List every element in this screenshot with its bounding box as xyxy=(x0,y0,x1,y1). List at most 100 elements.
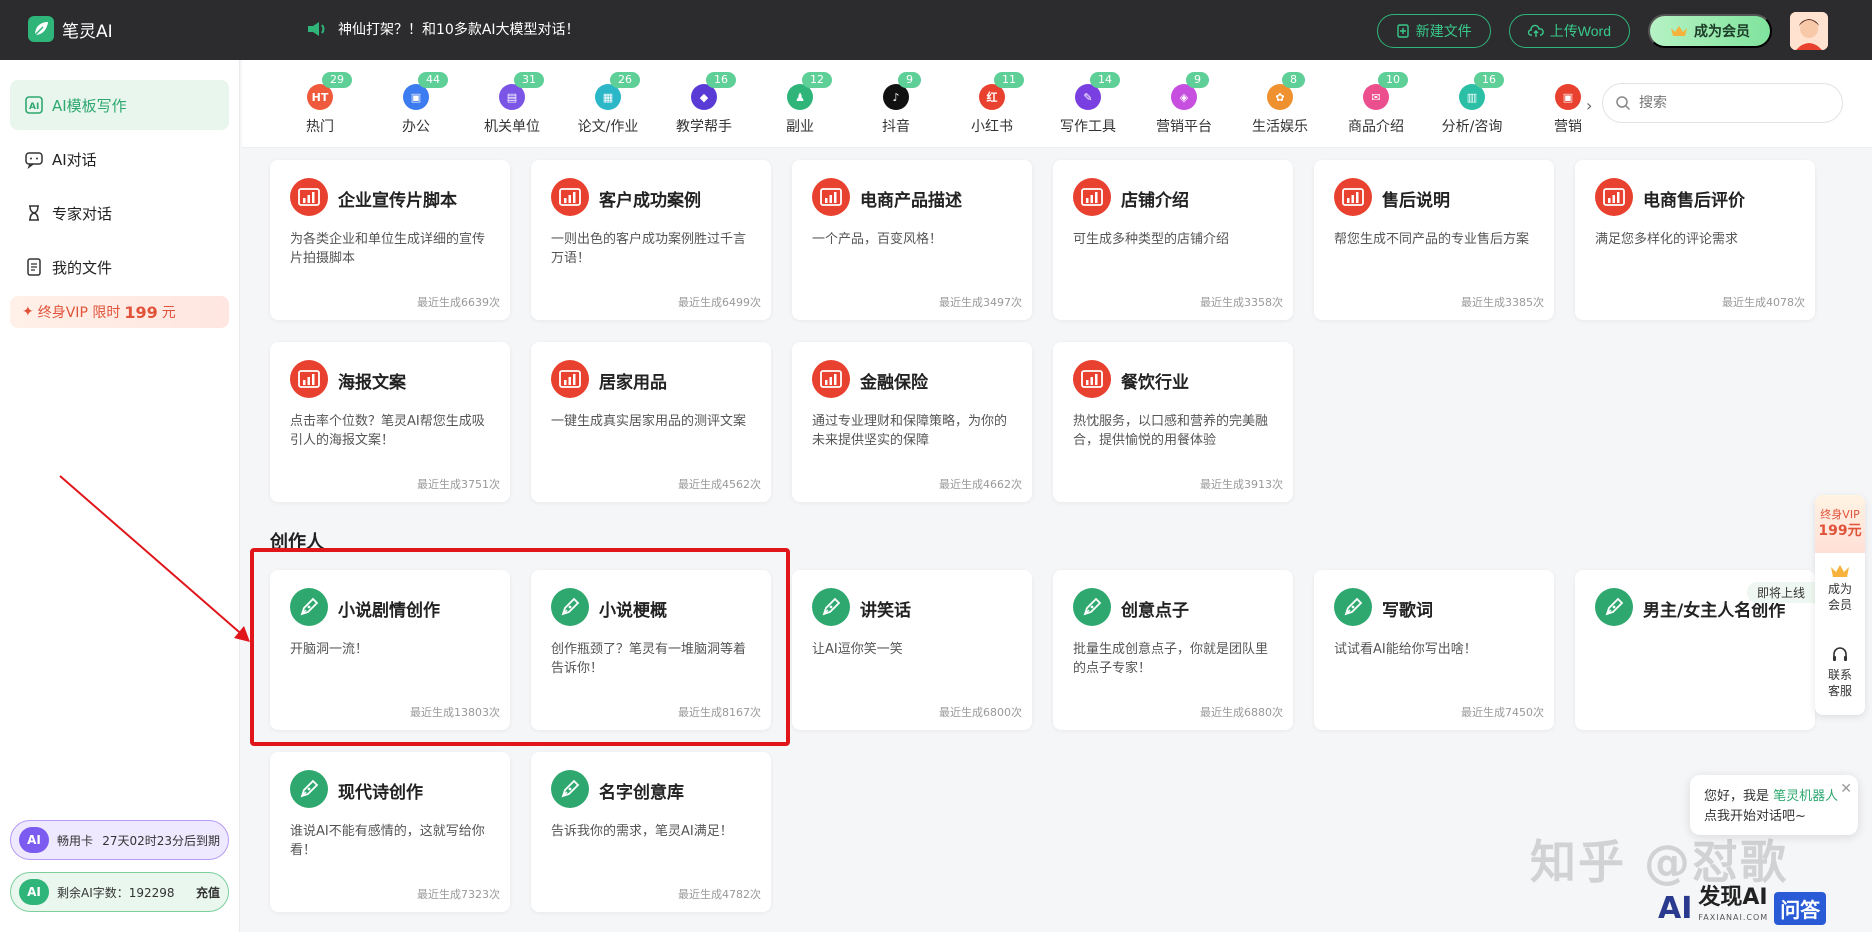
card-title: 创意点子 xyxy=(1121,601,1189,621)
tab-count-badge: 10 xyxy=(1378,72,1408,88)
tab-count-badge: 12 xyxy=(802,72,832,88)
card-usage-count: 最近生成7323次 xyxy=(417,888,500,901)
tab-8[interactable]: 14 ✎ 写作工具 xyxy=(1040,72,1136,142)
tab-label: 机关单位 xyxy=(484,119,540,135)
tab-10[interactable]: 8 ✿ 生活娱乐 xyxy=(1232,72,1328,142)
template-card[interactable]: 售后说明 帮您生成不同产品的专业售后方案 最近生成3385次 xyxy=(1314,160,1554,320)
search-box[interactable] xyxy=(1602,83,1843,123)
card-description: 批量生成创意点子，你就是团队里的点子专家！ xyxy=(1073,642,1269,676)
tab-count-badge: 26 xyxy=(610,72,640,88)
tab-12[interactable]: 16 ▥ 分析/咨询 xyxy=(1424,72,1520,142)
chart-icon xyxy=(551,360,589,398)
top-bar: 笔灵AI 神仙打架？！和10多款AI大模型对话！ 新建文件 上传Word 成为会… xyxy=(0,0,1872,60)
pen-icon xyxy=(1073,588,1111,626)
chart-icon xyxy=(1073,360,1111,398)
announcement-bar[interactable]: 神仙打架？！和10多款AI大模型对话！ xyxy=(306,19,580,39)
upload-word-button[interactable]: 上传Word xyxy=(1508,14,1630,48)
template-card[interactable]: 小说剧情创作 开脑洞一流！ 最近生成13803次 xyxy=(270,570,510,730)
tab-0[interactable]: 29 HT 热门 xyxy=(272,72,368,142)
tab-1[interactable]: 44 ▣ 办公 xyxy=(368,72,464,142)
card-description: 通过专业理财和保障策略，为你的未来提供坚实的保障 xyxy=(812,414,1008,448)
user-avatar[interactable] xyxy=(1790,12,1828,50)
tab-2[interactable]: 31 ▤ 机关单位 xyxy=(464,72,560,142)
card-description: 试试看AI能给你写出啥！ xyxy=(1334,642,1477,657)
chart-icon xyxy=(812,360,850,398)
template-card[interactable]: 电商产品描述 一个产品，百变风格！ 最近生成3497次 xyxy=(792,160,1032,320)
template-card[interactable]: 小说梗概 创作瓶颈了？笔灵有一堆脑洞等着告诉你！ 最近生成8167次 xyxy=(531,570,771,730)
template-card[interactable]: 客户成功案例 一则出色的客户成功案例胜过千言万语！ 最近生成6499次 xyxy=(531,160,771,320)
card-title: 金融保险 xyxy=(860,373,928,393)
template-card[interactable]: 金融保险通过专业理财和保障策略，为你的未来提供坚实的保障最近生成4662次 xyxy=(792,342,1032,502)
tab-label: 写作工具 xyxy=(1060,119,1116,135)
pen-icon xyxy=(551,588,589,626)
card-usage-count: 最近生成7450次 xyxy=(1461,706,1544,719)
template-card[interactable]: 海报文案 点击率个位数？笔灵AI帮您生成吸引人的海报文案！ 最近生成3751次 xyxy=(270,342,510,502)
card-title: 小说剧情创作 xyxy=(338,601,440,621)
float-service-button[interactable]: 联系客服 xyxy=(1815,645,1865,699)
tab-count-badge: 9 xyxy=(898,72,921,88)
app-logo[interactable]: 笔灵AI xyxy=(28,16,113,42)
card-usage-count: 最近生成3385次 xyxy=(1461,296,1544,309)
crown-icon xyxy=(1831,565,1849,577)
new-file-button[interactable]: 新建文件 xyxy=(1376,14,1491,48)
template-card[interactable]: 男主/女主人名创作 即将上线 xyxy=(1575,570,1815,730)
tab-count-badge: 31 xyxy=(514,72,544,88)
close-icon[interactable]: ✕ xyxy=(1840,779,1852,799)
template-card[interactable]: 店铺介绍 可生成多种类型的店铺介绍 最近生成3358次 xyxy=(1053,160,1293,320)
sidebar-item-ai-chat[interactable]: AI对话 xyxy=(10,134,229,184)
template-card[interactable]: 居家用品 一键生成真实居家用品的测评文案 最近生成4562次 xyxy=(531,342,771,502)
pass-card-pill[interactable]: AI 畅用卡 27天02时23分后到期 xyxy=(10,820,229,860)
tab-count-badge: 44 xyxy=(418,72,448,88)
sidebar-item-my-files[interactable]: 我的文件 xyxy=(10,242,229,292)
tab-label: 抖音 xyxy=(882,119,910,135)
remaining-words-pill: AI 剩余AI字数：192298 充值 xyxy=(10,872,229,912)
template-card[interactable]: 名字创意库 告诉我你的需求，笔灵AI满足！ 最近生成4782次 xyxy=(531,752,771,912)
brand-watermark: AI 发现AI FAXIANAI.COM 问答 xyxy=(1658,887,1827,926)
card-usage-count: 最近生成3913次 xyxy=(1200,478,1283,491)
template-card[interactable]: 企业宣传片脚本 为各类企业和单位生成详细的宣传片拍摄脚本 最近生成6639次 xyxy=(270,160,510,320)
become-member-button[interactable]: 成为会员 xyxy=(1648,14,1772,48)
template-card[interactable]: 现代诗创作 谁说AI不能有感情的，这就写给你看！ 最近生成7323次 xyxy=(270,752,510,912)
float-vip-button[interactable]: 终身VIP 199元 xyxy=(1815,495,1865,553)
template-card[interactable]: 讲笑话 让AI逗你笑一笑 最近生成6800次 xyxy=(792,570,1032,730)
tab-13[interactable]: ▣ 营销 xyxy=(1520,82,1616,142)
card-description: 满足您多样化的评论需求 xyxy=(1595,232,1739,247)
lifetime-vip-banner[interactable]: ✦ 终身VIP 限时 199 元 xyxy=(10,296,229,328)
sidebar-item-ai-template[interactable]: AI AI模板写作 xyxy=(10,80,229,130)
card-title: 企业宣传片脚本 xyxy=(338,191,457,211)
card-usage-count: 最近生成3358次 xyxy=(1200,296,1283,309)
card-usage-count: 最近生成6880次 xyxy=(1200,706,1283,719)
card-title: 小说梗概 xyxy=(599,601,667,621)
template-card[interactable]: 餐饮行业 热忱服务，以口感和营养的完美融合，提供愉悦的用餐体验 最近生成3913次 xyxy=(1053,342,1293,502)
chart-icon xyxy=(1073,178,1111,216)
card-usage-count: 最近生成4662次 xyxy=(939,478,1022,491)
search-input[interactable] xyxy=(1639,95,1819,111)
template-card[interactable]: 创意点子批量生成创意点子，你就是团队里的点子专家！ 最近生成6880次 xyxy=(1053,570,1293,730)
tab-11[interactable]: 10 ✉ 商品介绍 xyxy=(1328,72,1424,142)
card-title: 居家用品 xyxy=(599,373,667,393)
search-icon xyxy=(1616,96,1631,111)
template-grid: 企业宣传片脚本 为各类企业和单位生成详细的宣传片拍摄脚本 最近生成6639次 客户成功… xyxy=(242,148,1872,932)
float-member-button[interactable]: 成为会员 xyxy=(1815,563,1865,613)
card-title: 现代诗创作 xyxy=(338,783,423,803)
tab-6[interactable]: 9 ♪ 抖音 xyxy=(848,72,944,142)
template-card[interactable]: 写歌词 试试看AI能给你写出啥！ 最近生成7450次 xyxy=(1314,570,1554,730)
tab-5[interactable]: 12 ♟ 副业 xyxy=(752,72,848,142)
ai-badge-icon: AI xyxy=(19,827,49,853)
tab-label: 教学帮手 xyxy=(676,119,732,135)
tab-9[interactable]: 9 ◈ 营销平台 xyxy=(1136,72,1232,142)
tab-4[interactable]: 16 ◆ 教学帮手 xyxy=(656,72,752,142)
template-card[interactable]: 电商售后评价 满足您多样化的评论需求 最近生成4078次 xyxy=(1575,160,1815,320)
tab-3[interactable]: 26 ▦ 论文/作业 xyxy=(560,72,656,142)
announcement-text: 神仙打架？！和10多款AI大模型对话！ xyxy=(338,22,580,38)
tab-count-badge: 16 xyxy=(1474,72,1504,88)
card-title: 名字创意库 xyxy=(599,783,684,803)
tab-7[interactable]: 11 红小红书 xyxy=(944,72,1040,142)
sidebar-item-expert-chat[interactable]: 专家对话 xyxy=(10,188,229,238)
right-float-bar: 终身VIP 199元 成为会员 联系客服 xyxy=(1815,495,1865,715)
tab-label: 论文/作业 xyxy=(577,119,639,135)
tab-label: 小红书 xyxy=(971,119,1013,135)
tab-count-badge: 14 xyxy=(1090,72,1120,88)
recharge-button[interactable]: 充值 xyxy=(196,884,220,901)
chevron-right-icon[interactable]: › xyxy=(1586,96,1592,115)
